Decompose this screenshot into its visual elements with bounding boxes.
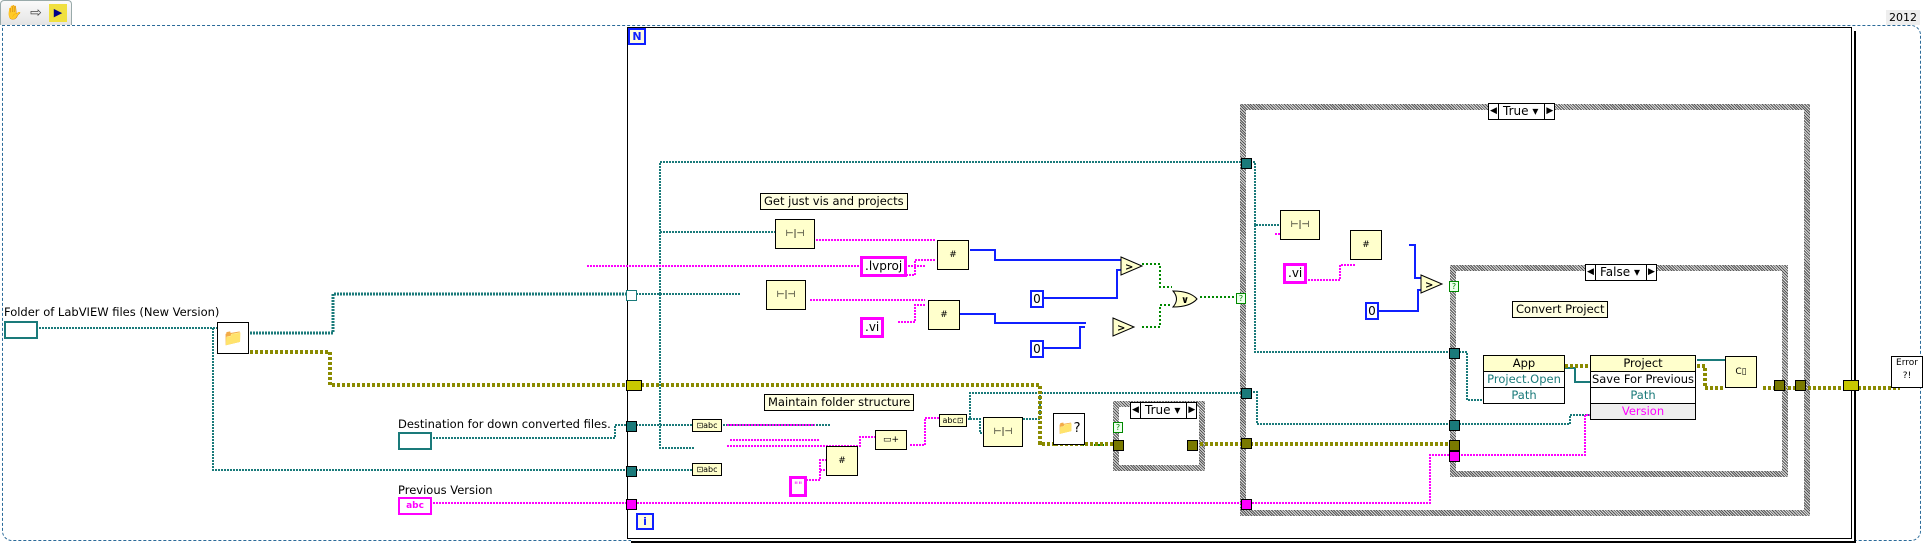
or-node[interactable]: ∨ xyxy=(1172,290,1198,308)
strip-path-node[interactable]: ⊢|⊣ xyxy=(1280,210,1320,240)
project-invoke-node[interactable]: Project Save For Previous Path Version xyxy=(1590,355,1696,420)
svg-text:>: > xyxy=(1425,280,1433,291)
path-to-string-node[interactable]: ⊡abc xyxy=(692,419,722,432)
tunnel-destination[interactable] xyxy=(626,421,637,432)
project-class-header: Project xyxy=(1591,356,1695,371)
path-param[interactable]: Path xyxy=(1591,387,1695,403)
list-folder-recursive-node[interactable]: 📁 xyxy=(217,322,249,354)
version-param[interactable]: Version xyxy=(1591,403,1695,419)
svg-text:∨: ∨ xyxy=(1181,295,1189,306)
case-tunnel[interactable] xyxy=(1449,420,1460,431)
string-to-path-node[interactable]: abc⊡ xyxy=(939,414,967,427)
wire-strings xyxy=(587,239,935,323)
wires xyxy=(36,161,1900,504)
zero-constant[interactable]: 0 xyxy=(1030,290,1044,308)
app-class-header: App xyxy=(1484,356,1564,371)
match-pattern-node[interactable]: # xyxy=(826,446,858,476)
svg-text:>: > xyxy=(1117,323,1125,334)
case-selector-terminal[interactable]: ? xyxy=(1113,422,1123,433)
case-selector-terminal[interactable]: ? xyxy=(1236,293,1246,304)
wire-file-list xyxy=(250,292,630,335)
vi-constant[interactable]: .vi xyxy=(860,317,885,338)
auto-index-tunnel[interactable] xyxy=(626,290,637,301)
simple-error-handler-node[interactable]: Error ?! xyxy=(1891,356,1923,388)
folder-control-label: Folder of LabVIEW files (New Version) xyxy=(4,305,220,319)
save-for-previous-method[interactable]: Save For Previous xyxy=(1591,371,1695,387)
previous-version-label: Previous Version xyxy=(398,483,493,497)
empty-string-constant[interactable]: "" xyxy=(789,476,808,497)
greater-than-node[interactable]: > xyxy=(1112,317,1136,337)
case-tunnel-error[interactable] xyxy=(1795,380,1806,391)
zero-constant[interactable]: 0 xyxy=(1030,340,1044,358)
greater-than-node[interactable]: > xyxy=(1420,274,1444,294)
case-tunnel[interactable] xyxy=(1241,158,1252,169)
folder-path-control[interactable] xyxy=(4,321,38,339)
path-to-string-node[interactable]: ⊡abc xyxy=(692,463,722,476)
project-open-property[interactable]: Project.Open xyxy=(1484,371,1564,387)
zero-constant[interactable]: 0 xyxy=(1365,302,1379,320)
case-tunnel-error[interactable] xyxy=(1187,440,1198,451)
shift-register-left[interactable] xyxy=(626,380,642,391)
greater-than-node[interactable]: > xyxy=(1120,256,1144,276)
match-pattern-node[interactable]: # xyxy=(937,240,969,270)
comment-maintain-folder: Maintain folder structure xyxy=(764,394,915,411)
case-tunnel-error[interactable] xyxy=(1113,440,1124,451)
previous-version-control[interactable]: abc xyxy=(398,497,432,515)
check-file-exists-node[interactable]: 📁? xyxy=(1053,413,1085,445)
case-tunnel[interactable] xyxy=(1241,388,1252,399)
tunnel-previous-version[interactable] xyxy=(626,499,637,510)
case-tunnel-error[interactable] xyxy=(1774,380,1785,391)
comment-get-vis: Get just vis and projects xyxy=(760,193,908,210)
case-tunnel-error[interactable] xyxy=(1241,438,1252,449)
wire-folder-path xyxy=(36,327,219,340)
close-reference-node[interactable]: C▯ xyxy=(1725,356,1757,388)
case-tunnel[interactable] xyxy=(1449,348,1460,359)
concatenate-strings-node[interactable]: ▭+ xyxy=(875,430,907,450)
destination-path-control[interactable] xyxy=(398,432,432,450)
destination-control-label: Destination for down converted files. xyxy=(398,417,611,431)
strip-path-node[interactable]: ⊢|⊣ xyxy=(983,417,1023,447)
case-tunnel[interactable] xyxy=(1241,499,1252,510)
vi-constant[interactable]: .vi xyxy=(1283,263,1308,284)
svg-text:>: > xyxy=(1125,262,1133,273)
case-tunnel-error[interactable] xyxy=(1449,440,1460,451)
case-tunnel[interactable] xyxy=(1449,451,1460,462)
wire-boolean xyxy=(1082,263,1452,446)
shift-register-right[interactable] xyxy=(1843,380,1859,391)
match-pattern-node[interactable]: # xyxy=(1350,230,1382,260)
case-selector-terminal[interactable]: ? xyxy=(1449,281,1459,292)
comment-convert-project: Convert Project xyxy=(1512,301,1609,318)
app-property-node[interactable]: App Project.Open Path xyxy=(1483,355,1565,404)
path-property[interactable]: Path xyxy=(1484,387,1564,403)
lvproj-constant[interactable]: .lvproj xyxy=(860,256,908,277)
strip-path-node[interactable]: ⊢|⊣ xyxy=(775,219,815,249)
strip-path-node[interactable]: ⊢|⊣ xyxy=(766,280,806,310)
match-pattern-node[interactable]: # xyxy=(928,300,960,330)
tunnel-folder[interactable] xyxy=(626,466,637,477)
